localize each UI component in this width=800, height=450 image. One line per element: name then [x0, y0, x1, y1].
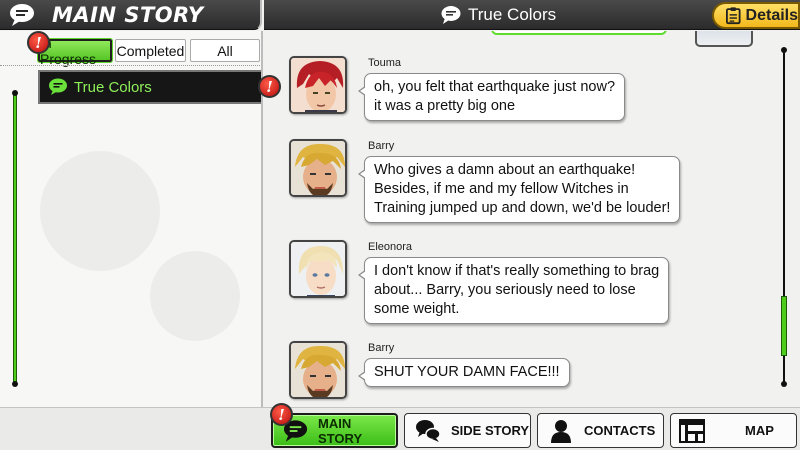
filter-label: Completed	[116, 42, 185, 59]
story-alert-badge: !	[258, 75, 281, 98]
nav-contacts[interactable]: CONTACTS	[537, 413, 664, 448]
message-line: Besides, if me and my fellow Witches in	[374, 181, 629, 197]
story-list-scrollbar[interactable]	[13, 93, 17, 385]
filter-label: In Progress	[40, 35, 97, 67]
portrait-eleonora	[291, 242, 345, 296]
background-watermark	[40, 151, 160, 271]
scrollbar-bottom-cap	[12, 381, 18, 387]
message-line: oh, you felt that earthquake just now?	[374, 79, 616, 95]
previous-message-avatar	[695, 31, 753, 47]
message-bubble: oh, you felt that earthquake just now? i…	[357, 73, 626, 121]
message-line: some weight.	[374, 301, 460, 317]
message-line: I don't know if that's really something …	[374, 263, 660, 279]
story-item-true-colors[interactable]: True Colors	[38, 70, 261, 104]
message-line: SHUT YOUR DAMN FACE!!!	[374, 364, 560, 380]
message-bubble: Who gives a damn about an earthquake! Be…	[357, 156, 681, 223]
speech-bubble-icon	[10, 4, 34, 26]
story-item-label: True Colors	[74, 78, 152, 96]
nav-label: SIDE STORY	[451, 423, 530, 438]
details-label: Details	[745, 6, 798, 24]
speaker-name: Barry	[368, 140, 395, 152]
nav-label: MAIN STORY	[318, 415, 363, 446]
map-icon	[679, 418, 705, 443]
avatar-barry	[289, 139, 347, 197]
chat-scrollbar-thumb[interactable]	[781, 296, 787, 356]
nav-alert-badge: !	[270, 403, 293, 426]
message-line: Training jumped up and down, we'd be lou…	[374, 200, 671, 216]
scrollbar-bottom-cap	[781, 381, 787, 387]
portrait-barry	[291, 141, 345, 195]
section-title: MAIN STORY	[52, 3, 204, 27]
background-watermark	[150, 251, 240, 341]
message-line: it was a pretty big one	[374, 98, 516, 114]
speech-bubble-icon	[441, 6, 461, 24]
chat-bubbles-icon	[416, 419, 441, 442]
nav-label: CONTACTS	[584, 423, 656, 438]
message-bubble: I don't know if that's really something …	[357, 257, 670, 324]
story-list-panel: In Progress Completed All True Colors	[0, 31, 263, 407]
avatar-touma	[289, 56, 347, 114]
scrollbar-top-cap	[781, 47, 787, 53]
chat-log[interactable]: Touma oh, you felt that earthquake just …	[265, 31, 800, 407]
speaker-name: Touma	[368, 57, 402, 69]
previous-message-bubble	[491, 31, 667, 35]
filter-all[interactable]: All	[190, 39, 260, 62]
person-icon	[551, 419, 571, 443]
avatar-barry	[289, 341, 347, 399]
portrait-touma	[291, 58, 345, 112]
left-header: MAIN STORY	[0, 0, 262, 30]
message-line: about... Barry, you seriously need to lo…	[374, 282, 636, 298]
nav-side-story[interactable]: SIDE STORY	[404, 413, 531, 448]
scrollbar-top-cap	[12, 90, 18, 96]
portrait-barry	[291, 343, 345, 397]
nav-label: MAP	[745, 423, 774, 438]
details-button[interactable]: Details	[712, 2, 800, 29]
nav-map[interactable]: MAP	[670, 413, 797, 448]
filter-completed[interactable]: Completed	[115, 39, 186, 62]
filter-alert-badge: !	[27, 31, 50, 54]
speaker-name: Barry	[368, 342, 395, 354]
filter-label: All	[217, 42, 233, 59]
message-bubble: SHUT YOUR DAMN FACE!!!	[358, 358, 570, 387]
clipboard-icon	[726, 7, 741, 25]
message-line: Who gives a damn about an earthquake!	[374, 162, 636, 178]
speaker-name: Eleonora	[368, 241, 413, 253]
conversation-title: True Colors	[468, 5, 557, 24]
avatar-eleonora	[289, 240, 347, 298]
speech-bubble-icon	[49, 78, 67, 95]
divider	[0, 65, 261, 66]
